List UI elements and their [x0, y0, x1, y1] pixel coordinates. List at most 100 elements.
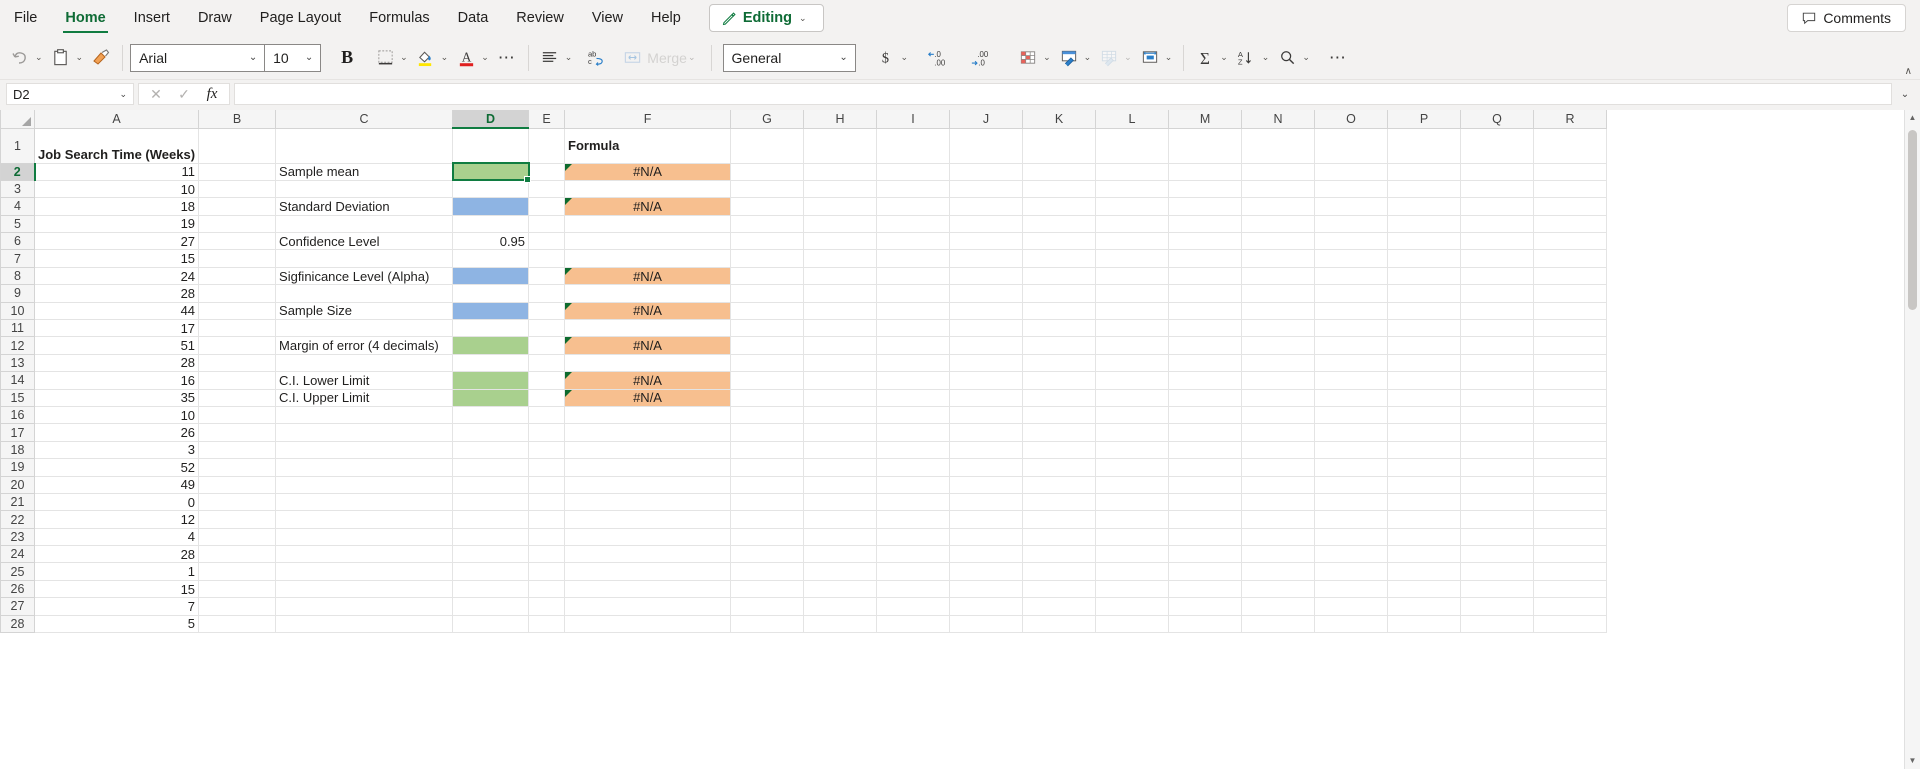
cell-I7[interactable]: [876, 249, 951, 268]
cell-M3[interactable]: [1168, 179, 1243, 199]
cell-P13[interactable]: [1387, 353, 1462, 373]
row-header-7[interactable]: 7: [0, 249, 35, 268]
cell-R27[interactable]: [1533, 597, 1608, 616]
insert-function-icon[interactable]: fx: [199, 86, 225, 103]
font-name-combo[interactable]: Arial ⌄: [130, 43, 266, 72]
cell-I16[interactable]: [876, 405, 951, 425]
column-header-C[interactable]: C: [275, 110, 454, 129]
cell-Q12[interactable]: [1460, 336, 1535, 355]
cell-I10[interactable]: [876, 301, 951, 321]
cell-P17[interactable]: [1387, 423, 1462, 442]
cell-J8[interactable]: [949, 266, 1024, 286]
cell-E2[interactable]: [528, 162, 566, 181]
column-header-B[interactable]: B: [198, 110, 277, 129]
cell-L20[interactable]: [1095, 475, 1170, 494]
cell-R25[interactable]: [1533, 562, 1608, 581]
cell-B18[interactable]: [198, 440, 277, 460]
cell-B6[interactable]: [198, 232, 277, 251]
cell-F24[interactable]: [564, 545, 732, 564]
cell-M25[interactable]: [1168, 562, 1243, 581]
scroll-down-arrow-icon[interactable]: ▼: [1905, 753, 1920, 769]
cell-J16[interactable]: [949, 405, 1024, 425]
cell-C12[interactable]: Margin of error (4 decimals): [275, 336, 454, 355]
cell-D23[interactable]: [452, 527, 530, 547]
paste-dropdown-icon[interactable]: ⌄: [75, 52, 88, 63]
borders-dropdown-icon[interactable]: ⌄: [399, 52, 412, 63]
cell-N26[interactable]: [1241, 579, 1316, 599]
cell-N23[interactable]: [1241, 527, 1316, 547]
cell-B11[interactable]: [198, 319, 277, 338]
cell-Q20[interactable]: [1460, 475, 1535, 494]
cell-G21[interactable]: [730, 492, 805, 512]
format-painter-button[interactable]: [87, 43, 115, 73]
cell-L25[interactable]: [1095, 562, 1170, 581]
enter-formula-icon[interactable]: ✓: [171, 86, 197, 103]
cell-O13[interactable]: [1314, 353, 1389, 373]
cell-L17[interactable]: [1095, 423, 1170, 442]
row-header-28[interactable]: 28: [0, 614, 35, 634]
cell-G5[interactable]: [730, 214, 805, 234]
font-color-button[interactable]: A: [452, 43, 480, 73]
cell-K2[interactable]: [1022, 162, 1097, 181]
cell-O23[interactable]: [1314, 527, 1389, 547]
cell-Q27[interactable]: [1460, 597, 1535, 616]
cell-C22[interactable]: [275, 510, 454, 529]
cell-J10[interactable]: [949, 301, 1024, 321]
paste-button[interactable]: [47, 43, 75, 73]
cell-N20[interactable]: [1241, 475, 1316, 494]
cell-B4[interactable]: [198, 197, 277, 216]
cell-A17[interactable]: 26: [33, 423, 200, 442]
cell-L8[interactable]: [1095, 266, 1170, 286]
cell-G11[interactable]: [730, 319, 805, 338]
cell-G4[interactable]: [730, 197, 805, 216]
merge-button[interactable]: Merge ⌄: [619, 43, 703, 73]
cell-D11[interactable]: [452, 319, 530, 338]
cell-P21[interactable]: [1387, 492, 1462, 512]
cell-E9[interactable]: [528, 284, 566, 303]
cell-H12[interactable]: [803, 336, 878, 355]
cell-D26[interactable]: [452, 579, 530, 599]
cell-P15[interactable]: [1387, 388, 1462, 407]
column-header-J[interactable]: J: [949, 110, 1024, 129]
cell-G26[interactable]: [730, 579, 805, 599]
cell-O9[interactable]: [1314, 284, 1389, 303]
cell-Q21[interactable]: [1460, 492, 1535, 512]
cell-H2[interactable]: [803, 162, 878, 181]
cell-K19[interactable]: [1022, 458, 1097, 477]
cell-C9[interactable]: [275, 284, 454, 303]
cell-G19[interactable]: [730, 458, 805, 477]
cell-K17[interactable]: [1022, 423, 1097, 442]
cell-C6[interactable]: Confidence Level: [275, 232, 454, 251]
cell-B12[interactable]: [198, 336, 277, 355]
cell-H6[interactable]: [803, 232, 878, 251]
cell-I15[interactable]: [876, 388, 951, 407]
cell-O18[interactable]: [1314, 440, 1389, 460]
cell-E25[interactable]: [528, 562, 566, 581]
cell-M15[interactable]: [1168, 388, 1243, 407]
cell-N1[interactable]: [1241, 127, 1316, 164]
cell-O20[interactable]: [1314, 475, 1389, 494]
row-header-12[interactable]: 12: [0, 336, 35, 355]
cell-K3[interactable]: [1022, 179, 1097, 199]
cell-P12[interactable]: [1387, 336, 1462, 355]
cell-K1[interactable]: [1022, 127, 1097, 164]
cell-N12[interactable]: [1241, 336, 1316, 355]
cell-G20[interactable]: [730, 475, 805, 494]
cell-B13[interactable]: [198, 353, 277, 373]
autosum-button[interactable]: Σ: [1191, 43, 1219, 73]
cell-J3[interactable]: [949, 179, 1024, 199]
cell-P1[interactable]: [1387, 127, 1462, 164]
cell-E21[interactable]: [528, 492, 566, 512]
cell-A23[interactable]: 4: [33, 527, 200, 547]
cell-O7[interactable]: [1314, 249, 1389, 268]
cell-L22[interactable]: [1095, 510, 1170, 529]
cell-J5[interactable]: [949, 214, 1024, 234]
cell-P4[interactable]: [1387, 197, 1462, 216]
tab-draw[interactable]: Draw: [184, 0, 246, 36]
cell-H24[interactable]: [803, 545, 878, 564]
cell-I22[interactable]: [876, 510, 951, 529]
number-format-chevron-down-icon[interactable]: ⌄: [833, 52, 855, 63]
row-header-1[interactable]: 1: [0, 127, 35, 164]
cell-F14[interactable]: #N/A: [564, 371, 732, 390]
cell-L16[interactable]: [1095, 405, 1170, 425]
